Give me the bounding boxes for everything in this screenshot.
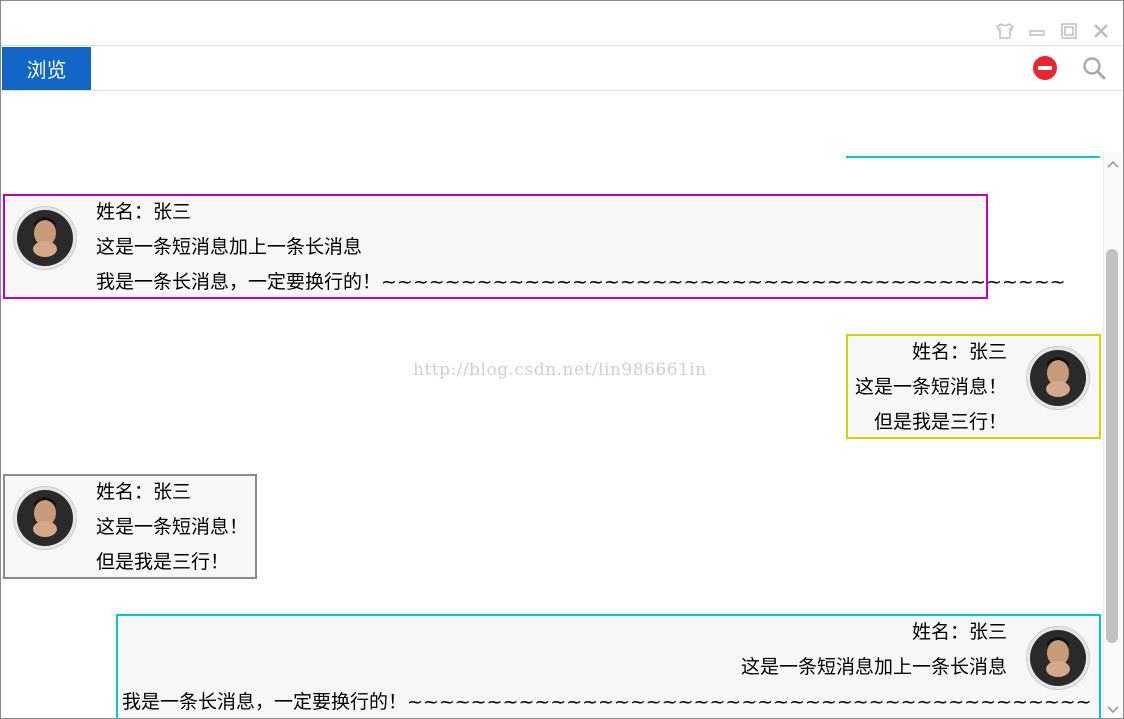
- vertical-scrollbar[interactable]: [1103, 152, 1122, 718]
- partial-bubble-edge: [846, 156, 1100, 158]
- avatar: [13, 206, 77, 270]
- stop-icon[interactable]: [1032, 55, 1058, 81]
- window-controls: [995, 21, 1111, 41]
- skin-icon[interactable]: [995, 21, 1015, 41]
- message-name: 姓名：张三: [911, 341, 1007, 363]
- message-name: 姓名：张三: [96, 481, 192, 503]
- message-text: 但是我是三行！: [96, 551, 230, 573]
- message-name: 姓名：张三: [911, 621, 1007, 643]
- chat-area[interactable]: http://blog.csdn.net/lin986661in 姓名：张三 这…: [1, 90, 1123, 718]
- message-bubble-3: 姓名：张三 这是一条短消息！ 但是我是三行！: [3, 474, 257, 579]
- avatar: [13, 486, 77, 550]
- title-bar: [1, 1, 1123, 45]
- close-icon[interactable]: [1091, 21, 1111, 41]
- message-bubble-1: 姓名：张三 这是一条短消息加上一条长消息 我是一条长消息，一定要换行的！~~~~…: [3, 194, 1066, 299]
- message-text: 我是一条长消息，一定要换行的！~~~~~~~~~~~~~~~~~~~~~~~~~…: [96, 271, 1066, 293]
- minimize-icon[interactable]: [1027, 21, 1047, 41]
- message-bubble-2: 姓名：张三 这是一条短消息！ 但是我是三行！: [846, 334, 1101, 439]
- scroll-down-icon[interactable]: [1104, 702, 1122, 718]
- avatar-image: [17, 490, 73, 546]
- avatar-image: [1030, 630, 1086, 686]
- message-text: 这是一条短消息加上一条长消息: [740, 656, 1007, 678]
- scroll-thumb[interactable]: [1106, 249, 1118, 643]
- avatar: [1026, 346, 1090, 410]
- message-bubble-4: 姓名：张三 这是一条短消息加上一条长消息 我是一条长消息，一定要换行的！~~~~…: [116, 614, 1101, 718]
- message-text: 但是我是三行！: [873, 411, 1007, 433]
- app-window: 浏览 http://blog.csdn.net/lin986661in 姓名：张…: [0, 0, 1124, 719]
- search-icon[interactable]: [1081, 55, 1107, 81]
- avatar-image: [1030, 350, 1086, 406]
- maximize-icon[interactable]: [1059, 21, 1079, 41]
- message-text: 我是一条长消息，一定要换行的！~~~~~~~~~~~~~~~~~~~~~~~~~…: [122, 691, 1092, 713]
- tab-browse[interactable]: 浏览: [2, 47, 91, 90]
- message-name: 姓名：张三: [96, 201, 192, 223]
- toolbar: 浏览: [1, 45, 1123, 91]
- message-text: 这是一条短消息！: [96, 516, 249, 538]
- scroll-up-icon[interactable]: [1104, 156, 1122, 172]
- avatar-image: [17, 210, 73, 266]
- watermark-text: http://blog.csdn.net/lin986661in: [413, 360, 707, 380]
- message-text: 这是一条短消息！: [854, 376, 1007, 398]
- message-text: 这是一条短消息加上一条长消息: [96, 236, 363, 258]
- avatar: [1026, 626, 1090, 690]
